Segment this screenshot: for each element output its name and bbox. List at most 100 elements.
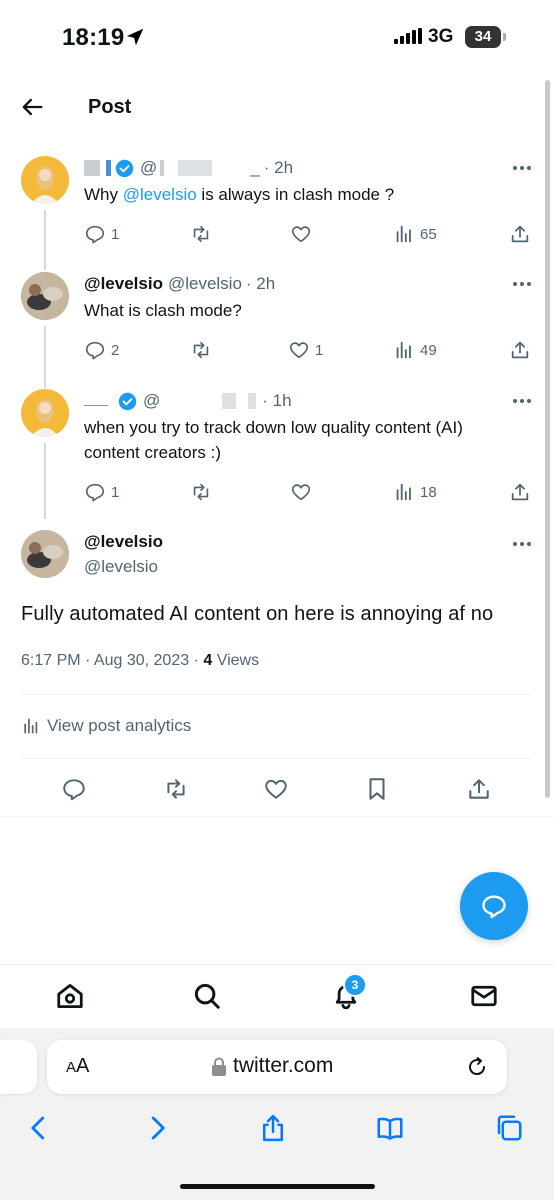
like-button[interactable] xyxy=(290,480,317,504)
redacted-handle xyxy=(178,160,213,176)
reply-icon xyxy=(85,483,105,502)
analytics-icon xyxy=(396,225,411,243)
views-button[interactable]: 65 xyxy=(393,222,437,246)
reload-icon[interactable] xyxy=(465,1054,489,1080)
thread-tweet-3[interactable]: @ · 1h when you try to track down low qu… xyxy=(0,389,554,519)
tweet-text: Why @levelsio is always in clash mode ? xyxy=(84,182,524,207)
address-bar[interactable]: AA twitter.com xyxy=(47,1040,507,1094)
tweet-actions: 2 1 49 xyxy=(84,338,534,362)
reply-count: 1 xyxy=(111,225,120,243)
tabs-overview-icon[interactable] xyxy=(494,1112,524,1144)
forward-chevron-icon[interactable] xyxy=(142,1112,172,1144)
reply-button[interactable]: 2 xyxy=(84,338,119,362)
share-button[interactable] xyxy=(509,222,531,246)
thread-connector xyxy=(44,326,46,388)
text-size-button[interactable]: AA xyxy=(66,1055,89,1078)
redacted-handle xyxy=(222,393,237,409)
views-count: 49 xyxy=(420,341,437,359)
tweet-handle[interactable]: @levelsio xyxy=(168,274,242,294)
views-count: 65 xyxy=(420,225,437,243)
heart-icon[interactable] xyxy=(263,776,289,802)
redacted-name xyxy=(84,396,108,406)
reply-icon xyxy=(85,341,105,360)
retweet-button[interactable] xyxy=(190,222,217,246)
avatar[interactable] xyxy=(21,272,69,320)
thread-tweet-1[interactable]: @ _ · 2h Why @levelsio is always in clas… xyxy=(0,156,554,270)
like-button[interactable]: 1 xyxy=(288,338,323,362)
mention-link[interactable]: @levelsio xyxy=(123,185,197,204)
tweet-time[interactable]: · 1h xyxy=(262,391,291,411)
text-size-small: A xyxy=(66,1059,77,1076)
more-options-icon[interactable] xyxy=(512,536,532,552)
reply-icon[interactable] xyxy=(61,776,87,802)
previous-tab[interactable] xyxy=(0,1040,37,1094)
retweet-button[interactable] xyxy=(190,338,217,362)
analytics-icon xyxy=(24,718,38,734)
share-button[interactable] xyxy=(509,480,531,504)
views-button[interactable]: 18 xyxy=(393,480,437,504)
tweet-header: @ _ · 2h xyxy=(84,156,293,180)
analytics-icon xyxy=(396,483,411,501)
compose-reply-button[interactable] xyxy=(460,872,528,940)
bookmarks-book-icon[interactable] xyxy=(375,1112,405,1144)
back-chevron-icon[interactable] xyxy=(24,1112,54,1144)
top-header: Post xyxy=(0,76,554,140)
share-icon[interactable] xyxy=(466,776,492,802)
post-author-handle[interactable]: @levelsio xyxy=(84,557,158,577)
location-arrow-icon xyxy=(126,28,144,46)
post-timestamp[interactable]: 6:17 PM · Aug 30, 2023 · xyxy=(21,652,203,669)
reply-button[interactable]: 1 xyxy=(84,480,119,504)
avatar[interactable] xyxy=(21,156,69,204)
heart-icon xyxy=(291,484,311,501)
retweet-button[interactable] xyxy=(190,480,217,504)
more-options-icon[interactable] xyxy=(512,160,532,176)
avatar[interactable] xyxy=(21,389,69,437)
messages-envelope-icon[interactable] xyxy=(469,981,499,1011)
status-time: 18:19 xyxy=(62,24,125,51)
like-button[interactable] xyxy=(290,222,317,246)
tweet-time[interactable]: · 2h xyxy=(264,158,293,178)
views-button[interactable]: 49 xyxy=(393,338,437,362)
tweet-author-name[interactable]: @levelsio xyxy=(84,274,163,294)
post-text: Fully automated AI content on here is an… xyxy=(21,603,494,625)
share-icon xyxy=(511,341,529,359)
views-count: 4 xyxy=(203,652,213,669)
reply-button[interactable]: 1 xyxy=(84,222,119,246)
thread-tweet-2[interactable]: @levelsio @levelsio · 2h What is clash m… xyxy=(0,272,554,388)
share-button[interactable] xyxy=(509,338,531,362)
more-options-icon[interactable] xyxy=(512,276,532,292)
more-options-icon[interactable] xyxy=(512,393,532,409)
thread-connector xyxy=(44,210,46,270)
tweet-text-prefix: Why xyxy=(84,185,123,204)
post-meta: 6:17 PM · Aug 30, 2023 · 4 Views xyxy=(21,652,259,670)
retweet-icon xyxy=(193,483,209,501)
analytics-label: View post analytics xyxy=(47,716,192,735)
tweet-text: when you try to track down low quality c… xyxy=(84,418,463,462)
tweet-text-suffix: is always in clash mode ? xyxy=(196,185,395,204)
divider xyxy=(0,816,554,817)
network-type: 3G xyxy=(428,26,454,47)
search-icon[interactable] xyxy=(192,981,222,1011)
view-analytics-link[interactable]: View post analytics xyxy=(21,716,191,736)
share-icon xyxy=(511,483,529,501)
bookmark-icon[interactable] xyxy=(364,776,390,802)
tweet-handle[interactable]: @ xyxy=(143,391,160,411)
like-count: 1 xyxy=(315,341,324,359)
reply-icon xyxy=(85,225,105,244)
home-icon[interactable] xyxy=(55,981,85,1011)
back-arrow-icon[interactable] xyxy=(18,93,46,121)
retweet-icon[interactable] xyxy=(163,776,189,802)
avatar[interactable] xyxy=(21,530,69,578)
reply-count: 1 xyxy=(111,483,120,501)
tweet-time[interactable]: · 2h xyxy=(246,274,275,294)
tweet-header: @ · 1h xyxy=(84,389,292,413)
share-sheet-icon[interactable] xyxy=(258,1112,288,1144)
home-indicator[interactable] xyxy=(180,1184,375,1189)
post-author-name[interactable]: @levelsio xyxy=(84,532,163,552)
status-bar: 18:19 3G 34 xyxy=(0,0,554,76)
text-size-large: A xyxy=(76,1055,90,1077)
heart-icon xyxy=(289,342,309,359)
divider xyxy=(21,758,533,759)
bottom-nav: 3 xyxy=(0,964,554,1028)
tweet-handle[interactable]: @ xyxy=(140,158,157,178)
